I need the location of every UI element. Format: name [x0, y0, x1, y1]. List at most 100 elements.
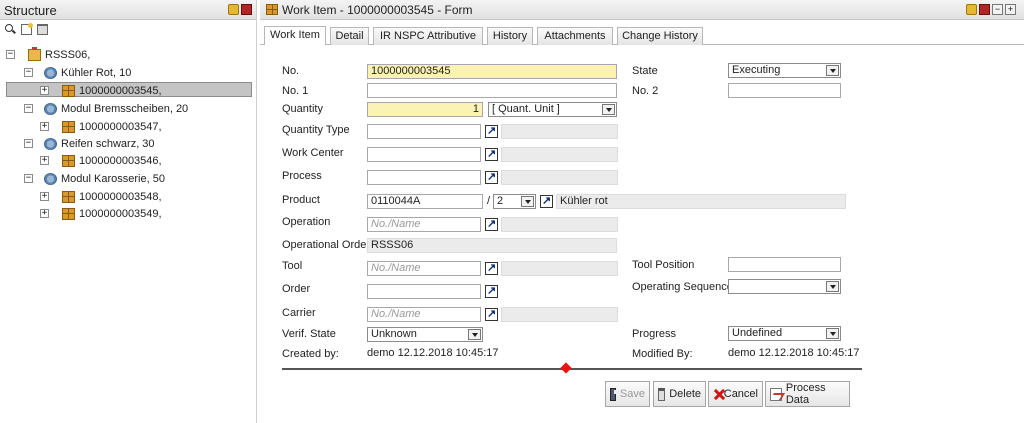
expand-toggle[interactable]: + [40, 192, 49, 201]
work-center-label: Work Center [282, 147, 344, 159]
search-icon[interactable] [5, 23, 16, 35]
form-tabs: Work Item Detail IR NSPC Attributive His… [260, 24, 1024, 45]
verif-state-select[interactable]: Unknown [367, 327, 483, 342]
minimize-icon[interactable]: − [992, 4, 1003, 15]
collapse-toggle[interactable]: − [24, 174, 33, 183]
trash-icon[interactable] [37, 23, 48, 35]
tab-attachments[interactable]: Attachments [537, 27, 613, 45]
tab-history[interactable]: History [487, 27, 533, 45]
tree-node[interactable]: 1000000003547, [62, 118, 162, 135]
no1-label: No. 1 [282, 85, 309, 97]
form-separator [282, 368, 862, 370]
carrier-link-icon[interactable] [485, 307, 498, 321]
chevron-down-icon [521, 196, 534, 207]
operating-sequence-select[interactable] [728, 279, 841, 294]
collapse-toggle[interactable]: − [24, 139, 33, 148]
process-link-icon[interactable] [485, 170, 498, 184]
quantity-field[interactable]: 1 [367, 102, 483, 117]
quantity-unit-select[interactable]: [ Quant. Unit ] [488, 102, 617, 117]
new-item-icon[interactable] [21, 22, 33, 35]
chevron-down-icon [602, 104, 615, 115]
tree-node[interactable]: 1000000003549, [62, 205, 162, 222]
tree-node[interactable]: Kühler Rot, 10 [44, 64, 131, 81]
expand-toggle[interactable]: + [40, 122, 49, 131]
product-field[interactable]: 0110044A [367, 194, 483, 209]
state-select[interactable]: Executing [728, 63, 841, 78]
tool-field[interactable]: No./Name [367, 261, 481, 276]
module-icon [44, 137, 57, 150]
chevron-down-icon [826, 65, 839, 76]
tree-node-label: 1000000003545, [79, 84, 162, 97]
process-description [501, 170, 618, 185]
product-link-icon[interactable] [540, 194, 553, 208]
tool-position-field[interactable] [728, 257, 841, 272]
tree-node[interactable]: Modul Bremsscheiben, 20 [44, 100, 188, 117]
quantity-type-link-icon[interactable] [485, 124, 498, 138]
tree-node[interactable]: Reifen schwarz, 30 [44, 135, 155, 152]
cancel-button-label: Cancel [723, 388, 758, 400]
maximize-icon[interactable]: + [1005, 4, 1016, 15]
work-center-field[interactable] [367, 147, 481, 162]
tab-detail[interactable]: Detail [330, 27, 369, 45]
splitter-handle[interactable] [560, 362, 572, 374]
operation-link-icon[interactable] [485, 217, 498, 231]
collapse-toggle[interactable]: − [6, 50, 15, 59]
app-root: Structure − RSSS06, − Kühler Rot, 10 + 1… [0, 0, 1024, 423]
tree-node[interactable]: RSSS06, [28, 46, 90, 63]
tree-node[interactable]: 1000000003545, [62, 82, 162, 99]
tab-ir-nspc-attributive[interactable]: IR NSPC Attributive [373, 27, 483, 45]
form-header: Work Item - 1000000003545 - Form − + [260, 0, 1024, 20]
quantity-type-field[interactable] [367, 124, 481, 139]
lock-icon[interactable] [228, 4, 239, 15]
tab-change-history[interactable]: Change History [617, 27, 703, 45]
tree-node-label: Reifen schwarz, 30 [61, 137, 155, 150]
work-item-panel: Work Item - 1000000003545 - Form − + Wor… [260, 0, 1024, 423]
structure-panel: Structure − RSSS06, − Kühler Rot, 10 + 1… [0, 0, 257, 423]
save-button[interactable]: Save [605, 381, 650, 407]
operation-field[interactable]: No./Name [367, 217, 481, 232]
tree-node-label: Modul Bremsscheiben, 20 [61, 102, 189, 115]
order-link-icon[interactable] [485, 284, 498, 298]
no2-field[interactable] [728, 83, 841, 98]
quantity-unit-value: [ Quant. Unit ] [492, 103, 560, 115]
no1-field[interactable] [367, 83, 617, 98]
lock-icon[interactable] [966, 4, 977, 15]
tool-link-icon[interactable] [485, 261, 498, 275]
product-version-select[interactable]: 2 [493, 194, 536, 209]
process-data-button[interactable]: Process Data [765, 381, 850, 407]
cancel-button[interactable]: Cancel [708, 381, 763, 407]
work-center-link-icon[interactable] [485, 147, 498, 161]
collapse-toggle[interactable]: − [24, 68, 33, 77]
structure-toolbar [0, 20, 256, 38]
product-version-value: 2 [497, 195, 504, 207]
tree-node[interactable]: 1000000003548, [62, 188, 162, 205]
collapse-toggle[interactable]: − [24, 104, 33, 113]
tree-node-label: 1000000003548, [79, 190, 162, 203]
expand-toggle[interactable]: + [40, 156, 49, 165]
verif-state-label: Verif. State [282, 328, 336, 340]
quantity-label: Quantity [282, 103, 323, 115]
tree-node[interactable]: Modul Karosserie, 50 [44, 170, 165, 187]
structure-title: Structure [4, 3, 57, 18]
module-icon [44, 102, 57, 115]
operational-order-label: Operational Order [282, 239, 371, 251]
order-field[interactable] [367, 284, 481, 299]
record-icon[interactable] [241, 4, 252, 15]
record-icon[interactable] [979, 4, 990, 15]
process-field[interactable] [367, 170, 481, 185]
expand-toggle[interactable]: + [40, 209, 49, 218]
no-field[interactable]: 1000000003545 [367, 64, 617, 79]
tab-work-item[interactable]: Work Item [264, 26, 326, 45]
delete-button-label: Delete [669, 388, 701, 400]
module-icon [44, 172, 57, 185]
work-center-description [501, 147, 618, 162]
progress-select[interactable]: Undefined [728, 326, 841, 341]
tree-node-label: RSSS06, [45, 48, 91, 61]
expand-toggle[interactable]: + [40, 86, 49, 95]
tree-node[interactable]: 1000000003546, [62, 152, 162, 169]
work-item-icon [62, 190, 75, 203]
save-icon [610, 387, 619, 401]
carrier-field[interactable]: No./Name [367, 307, 481, 322]
state-value: Executing [732, 64, 781, 76]
delete-button[interactable]: Delete [653, 381, 706, 407]
